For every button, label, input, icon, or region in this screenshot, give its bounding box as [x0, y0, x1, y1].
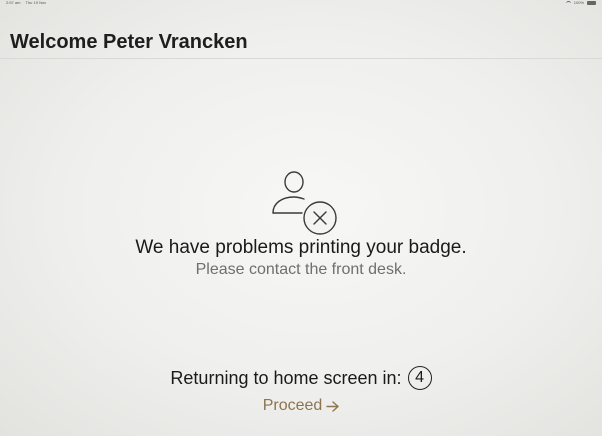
- status-left: 2:57 am Thu 19 Nov: [6, 0, 50, 6]
- error-subtext: Please contact the front desk.: [195, 261, 407, 278]
- status-bar: 2:57 am Thu 19 Nov 100%: [0, 0, 602, 8]
- wifi-icon: [565, 0, 571, 6]
- battery-icon: [587, 1, 596, 5]
- user-error-icon: [272, 171, 337, 235]
- arrow-right-icon: [326, 400, 339, 412]
- status-time: 2:57 am: [6, 0, 21, 5]
- page-title: Welcome Peter Vrancken: [10, 31, 248, 53]
- status-right: 100%: [565, 0, 596, 6]
- user-body-shape: [272, 196, 305, 214]
- proceed-label: Proceed: [262, 397, 323, 414]
- status-date: Thu 19 Nov: [25, 0, 47, 5]
- battery-percentage: 100%: [573, 0, 584, 5]
- error-message: We have problems printing your badge.: [135, 237, 467, 258]
- header: Welcome Peter Vrancken: [0, 22, 602, 59]
- kiosk-screen: 2:57 am Thu 19 Nov 100% Welcome Peter Vr…: [0, 0, 602, 436]
- countdown-label: Returning to home screen in:: [170, 367, 402, 388]
- user-head-shape: [284, 171, 304, 193]
- proceed-button[interactable]: Proceed: [0, 397, 602, 415]
- countdown-row: Returning to home screen in: 4: [0, 366, 602, 390]
- countdown-badge: 4: [407, 366, 432, 390]
